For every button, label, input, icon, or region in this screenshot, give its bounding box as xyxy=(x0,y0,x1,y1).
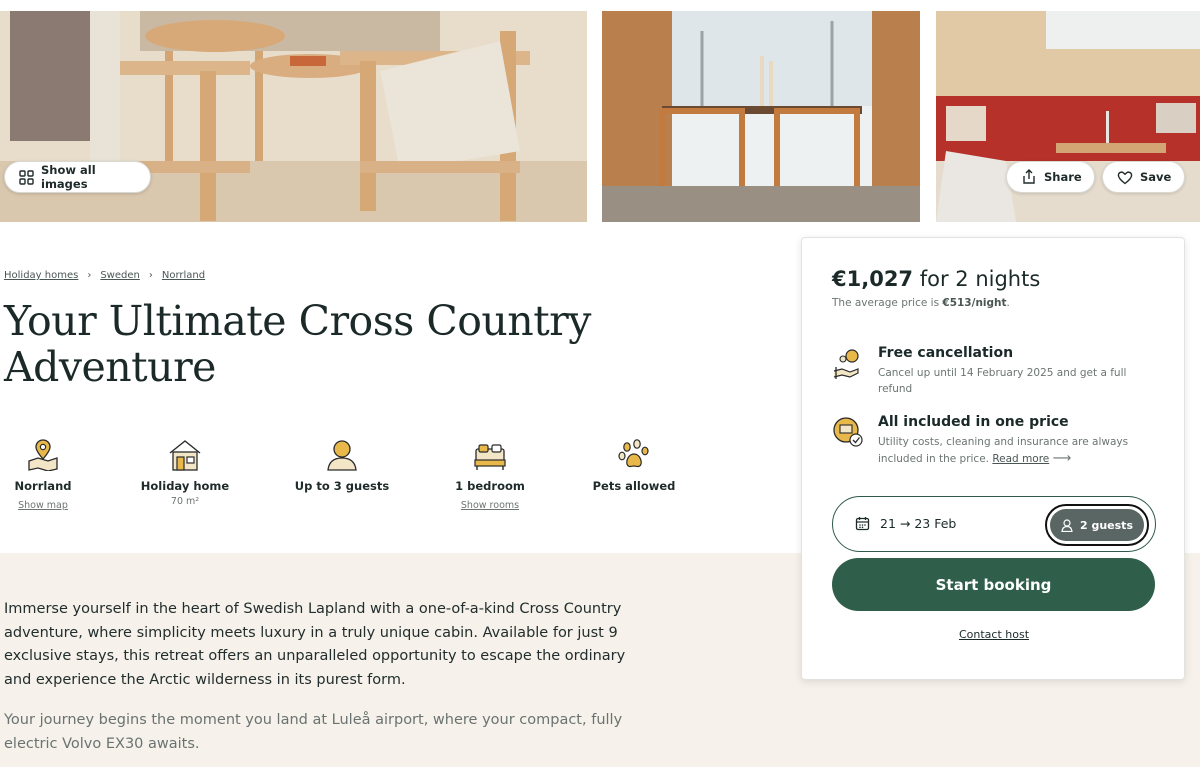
breadcrumb-norrland[interactable]: Norrland xyxy=(162,270,205,281)
dining-photo xyxy=(602,11,920,222)
feature-guests-label: Up to 3 guests xyxy=(294,479,390,493)
feature-home-type-label: Holiday home xyxy=(140,479,230,493)
show-rooms-link[interactable]: Show rooms xyxy=(461,500,519,511)
breadcrumb-sweden[interactable]: Sweden xyxy=(100,270,140,281)
date-picker[interactable]: 21 → 23 Feb xyxy=(855,516,956,531)
perk-all-included-text: Utility costs, cleaning and insurance ar… xyxy=(878,435,1158,467)
guests-button[interactable]: 2 guests xyxy=(1050,509,1144,541)
feature-pets: Pets allowed xyxy=(579,435,689,493)
save-button[interactable]: Save xyxy=(1102,161,1185,193)
show-all-images-label: Show all images xyxy=(41,163,96,191)
calendar-icon xyxy=(855,517,870,531)
heart-icon xyxy=(1117,170,1133,184)
feature-bedrooms: 1 bedroom Show rooms xyxy=(435,435,545,512)
feature-home-size: 70 m² xyxy=(170,496,200,507)
person-icon xyxy=(1061,518,1073,532)
show-map-link[interactable]: Show map xyxy=(18,500,68,511)
average-price-end: . xyxy=(1006,297,1010,309)
guests-count: 2 guests xyxy=(1079,518,1133,532)
guests-focus-ring: 2 guests xyxy=(1045,504,1149,546)
average-price: The average price is €513/night. xyxy=(832,297,1010,309)
feature-guests: Up to 3 guests xyxy=(287,435,397,493)
feature-home-type: Holiday home 70 m² xyxy=(130,435,240,507)
description-paragraph-2: Your journey begins the moment you land … xyxy=(4,712,623,752)
gallery-photo-dining[interactable] xyxy=(602,11,920,222)
page-title: Your Ultimate Cross Country Adventure xyxy=(4,297,591,391)
breadcrumb-holiday-homes[interactable]: Holiday homes xyxy=(4,270,78,281)
paw-icon xyxy=(618,439,649,468)
average-price-value: €513/night xyxy=(942,297,1007,309)
date-guest-selector: 21 → 23 Feb 2 guests xyxy=(832,496,1156,552)
feature-pets-label: Pets allowed xyxy=(592,479,676,493)
bed-icon xyxy=(474,444,506,470)
feature-location: Norrland Show map xyxy=(0,435,98,512)
contact-host-link[interactable]: Contact host xyxy=(802,628,1186,641)
save-label: Save xyxy=(1140,170,1172,184)
feature-bedrooms-label: 1 bedroom xyxy=(455,479,525,493)
feature-location-label: Norrland xyxy=(14,479,72,493)
start-booking-button[interactable]: Start booking xyxy=(832,558,1155,611)
guest-icon xyxy=(327,440,357,471)
booking-card: €1,027 for 2 nights The average price is… xyxy=(801,237,1185,680)
perk-free-cancellation-text: Cancel up until 14 February 2025 and get… xyxy=(878,367,1127,395)
breadcrumb: Holiday homes › Sweden › Norrland xyxy=(4,270,205,281)
cancellation-icon xyxy=(833,349,859,379)
share-button[interactable]: Share xyxy=(1006,161,1095,193)
read-more-link[interactable]: Read more xyxy=(992,453,1049,465)
arrow-right-icon: ⟶ xyxy=(1052,450,1072,466)
perk-all-included-title: All included in one price xyxy=(878,414,1069,430)
price-nights: for 2 nights xyxy=(919,267,1041,291)
grid-icon xyxy=(19,169,34,185)
perk-free-cancellation-title: Free cancellation xyxy=(878,345,1014,361)
house-icon xyxy=(169,440,201,471)
selected-dates: 21 → 23 Feb xyxy=(880,516,957,531)
all-included-icon xyxy=(833,417,863,447)
share-label: Share xyxy=(1044,170,1082,184)
price-summary: €1,027 for 2 nights xyxy=(832,267,1040,291)
average-price-prefix: The average price is xyxy=(832,297,940,309)
show-all-images-button[interactable]: Show all images xyxy=(4,161,151,193)
chevron-right-icon: › xyxy=(87,270,92,281)
total-price: €1,027 xyxy=(832,267,914,291)
map-pin-icon xyxy=(28,439,58,471)
share-icon xyxy=(1023,169,1035,184)
description-paragraph-1: Immerse yourself in the heart of Swedish… xyxy=(4,601,626,688)
chevron-right-icon: › xyxy=(148,270,153,281)
